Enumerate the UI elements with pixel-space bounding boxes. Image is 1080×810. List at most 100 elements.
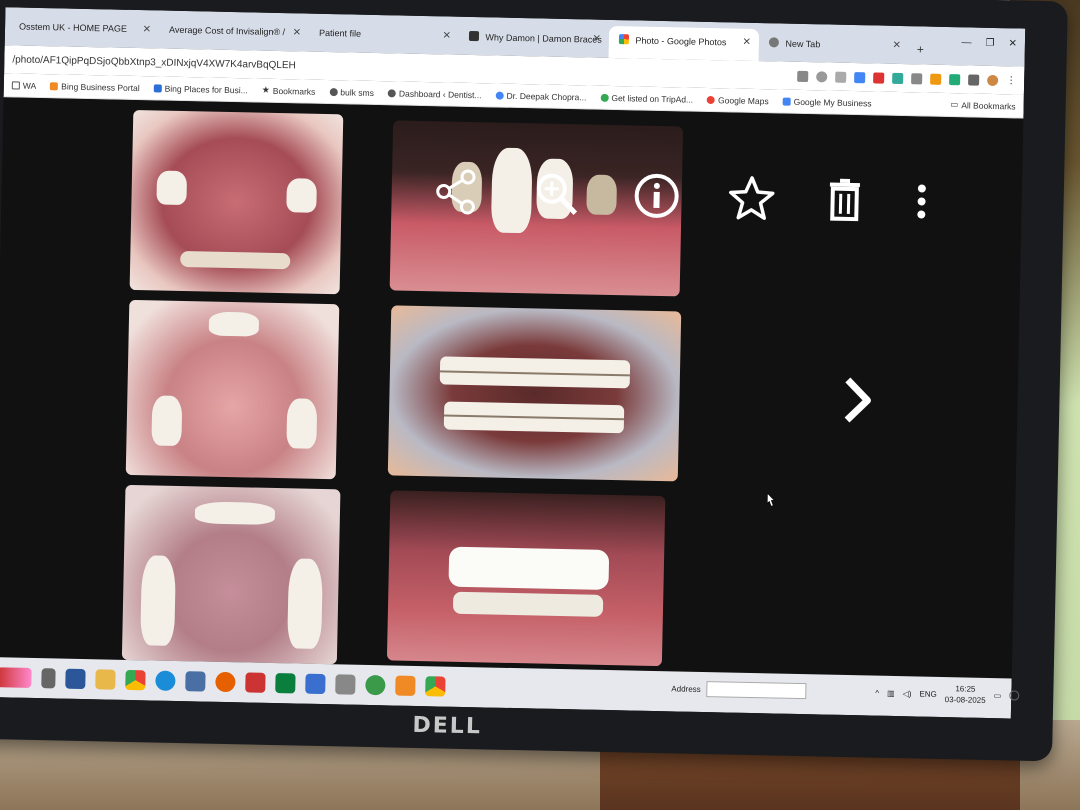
star-icon[interactable] xyxy=(726,172,777,223)
tripadvisor-icon xyxy=(600,93,609,102)
bookmark-bing-places[interactable]: Bing Places for Busi... xyxy=(153,83,248,95)
chrome-icon[interactable] xyxy=(425,676,446,697)
system-tray: ^ ▥ ◁) ENG 16:25 03-08-2025 ▭ xyxy=(875,682,1001,707)
tab-damon[interactable]: Why Damon | Damon Braces ✕ xyxy=(459,23,610,58)
restore-icon[interactable]: ❐ xyxy=(985,38,994,49)
close-window-icon[interactable]: ✕ xyxy=(1008,38,1017,49)
extension-icon[interactable] xyxy=(854,71,866,83)
chrome-icon[interactable] xyxy=(125,669,146,691)
folder-icon xyxy=(11,80,20,90)
help-icon[interactable] xyxy=(365,674,386,696)
bookmark-google-maps[interactable]: Google Maps xyxy=(707,94,769,106)
app-icon[interactable] xyxy=(245,672,266,693)
bookmark-label: Bing Business Portal xyxy=(61,80,140,93)
bookmark-bookmarks[interactable]: ★ Bookmarks xyxy=(262,85,316,97)
new-tab-icon[interactable]: + xyxy=(908,42,931,64)
globe-icon xyxy=(329,87,338,96)
photo-lower-arch xyxy=(121,484,341,665)
more-icon[interactable] xyxy=(906,176,937,227)
minimize-icon[interactable]: — xyxy=(961,37,971,48)
bookmark-label: Google Maps xyxy=(718,94,769,106)
puzzle-icon[interactable] xyxy=(968,73,980,86)
zoom-icon[interactable] xyxy=(816,70,828,82)
app-icon[interactable] xyxy=(185,671,206,692)
chrome-favicon-icon xyxy=(768,37,780,48)
extension-icon[interactable] xyxy=(949,73,961,85)
avatar[interactable] xyxy=(987,74,999,86)
start-logo-icon[interactable] xyxy=(0,667,32,688)
bookmark-google-my-business[interactable]: Google My Business xyxy=(782,96,872,108)
zoom-in-icon[interactable] xyxy=(531,168,582,219)
folder-icon: ▭ xyxy=(950,99,959,110)
language-indicator[interactable]: ENG xyxy=(919,689,937,698)
close-icon[interactable]: ✕ xyxy=(442,30,451,41)
photo-viewer xyxy=(0,97,1024,679)
bookmark-bulk-sms[interactable]: bulk sms xyxy=(329,86,375,98)
tab-osstem[interactable]: Osstem UK - HOME PAGE ✕ xyxy=(9,13,160,48)
photo-upper-arch-appliance xyxy=(125,299,340,480)
vlc-icon[interactable] xyxy=(395,675,416,696)
volume-icon[interactable]: ◁) xyxy=(903,689,912,698)
bookmark-bing-business[interactable]: Bing Business Portal xyxy=(50,81,140,93)
all-bookmarks[interactable]: ▭ All Bookmarks xyxy=(950,99,1016,111)
google-photos-favicon-icon xyxy=(618,34,630,45)
close-icon[interactable]: ✕ xyxy=(293,27,302,38)
extension-icon[interactable] xyxy=(873,71,885,84)
bookmark-deepak[interactable]: Dr. Deepak Chopra... xyxy=(495,90,587,102)
app-icon[interactable] xyxy=(335,674,356,695)
extensions: ⋮ xyxy=(797,70,1016,86)
bookmark-dashboard[interactable]: Dashboard ‹ Dentist... xyxy=(387,88,482,100)
word-icon[interactable] xyxy=(65,668,86,690)
close-icon[interactable]: ✕ xyxy=(742,37,751,48)
business-icon xyxy=(782,97,791,106)
chevron-right-icon[interactable] xyxy=(837,370,878,431)
tab-patient-file[interactable]: Patient file ✕ xyxy=(309,20,460,55)
bookmark-label: bulk sms xyxy=(340,86,375,98)
tab-label: Photo - Google Photos xyxy=(635,35,727,48)
bookmark-star-icon[interactable] xyxy=(835,71,847,83)
tab-google-photos[interactable]: Photo - Google Photos ✕ xyxy=(608,25,760,62)
notification-icon[interactable]: ▭ xyxy=(994,691,1002,700)
tab-label: Why Damon | Damon Braces xyxy=(485,32,602,45)
task-view-icon[interactable] xyxy=(41,668,56,689)
edge-icon[interactable] xyxy=(155,670,176,691)
app-icon[interactable] xyxy=(275,673,296,694)
delete-icon[interactable] xyxy=(819,174,870,225)
dental-collage-image xyxy=(121,109,693,672)
time: 16:25 xyxy=(955,684,976,694)
bookmark-tripadvisor[interactable]: Get listed on TripAd... xyxy=(600,92,693,104)
menu-icon[interactable]: ⋮ xyxy=(1006,75,1016,86)
close-icon[interactable]: ✕ xyxy=(892,40,901,51)
close-icon[interactable]: ✕ xyxy=(592,34,601,45)
close-icon[interactable]: ✕ xyxy=(143,24,152,35)
taskbar-address-input[interactable] xyxy=(706,681,807,700)
photo-upper-arch-before xyxy=(129,109,344,295)
store-icon[interactable] xyxy=(305,673,326,695)
network-icon[interactable]: ▥ xyxy=(887,688,895,697)
tab-label: Osstem UK - HOME PAGE xyxy=(18,21,128,34)
taskbar-address-toolbar: Address xyxy=(671,680,807,700)
bookmark-label: Get listed on TripAd... xyxy=(611,92,694,105)
date: 03-08-2025 xyxy=(944,695,986,705)
mouse-cursor-icon xyxy=(766,493,776,507)
firefox-icon[interactable] xyxy=(215,671,236,693)
bookmark-wa[interactable]: WA xyxy=(11,80,37,91)
bing-icon xyxy=(50,81,59,90)
info-icon[interactable] xyxy=(631,170,682,221)
extension-icon[interactable] xyxy=(911,72,923,84)
bookmark-label: Dr. Deepak Chopra... xyxy=(506,90,587,102)
extension-icon[interactable] xyxy=(892,72,904,84)
bing-icon xyxy=(153,83,162,93)
tab-new-tab[interactable]: New Tab ✕ xyxy=(759,29,910,64)
share-icon[interactable] xyxy=(431,166,482,217)
extension-icon[interactable] xyxy=(930,73,942,85)
bookmark-label: WA xyxy=(22,80,37,91)
power-button-icon xyxy=(1009,690,1020,701)
monitor: Osstem UK - HOME PAGE ✕ Average Cost of … xyxy=(0,0,1068,762)
tab-invisalign[interactable]: Average Cost of Invisalign® / ✕ xyxy=(159,16,310,51)
tab-label: New Tab xyxy=(785,38,821,50)
file-explorer-icon[interactable] xyxy=(95,669,116,690)
chevron-up-icon[interactable]: ^ xyxy=(875,688,879,697)
cast-icon[interactable] xyxy=(797,70,809,82)
clock[interactable]: 16:25 03-08-2025 xyxy=(945,683,986,706)
